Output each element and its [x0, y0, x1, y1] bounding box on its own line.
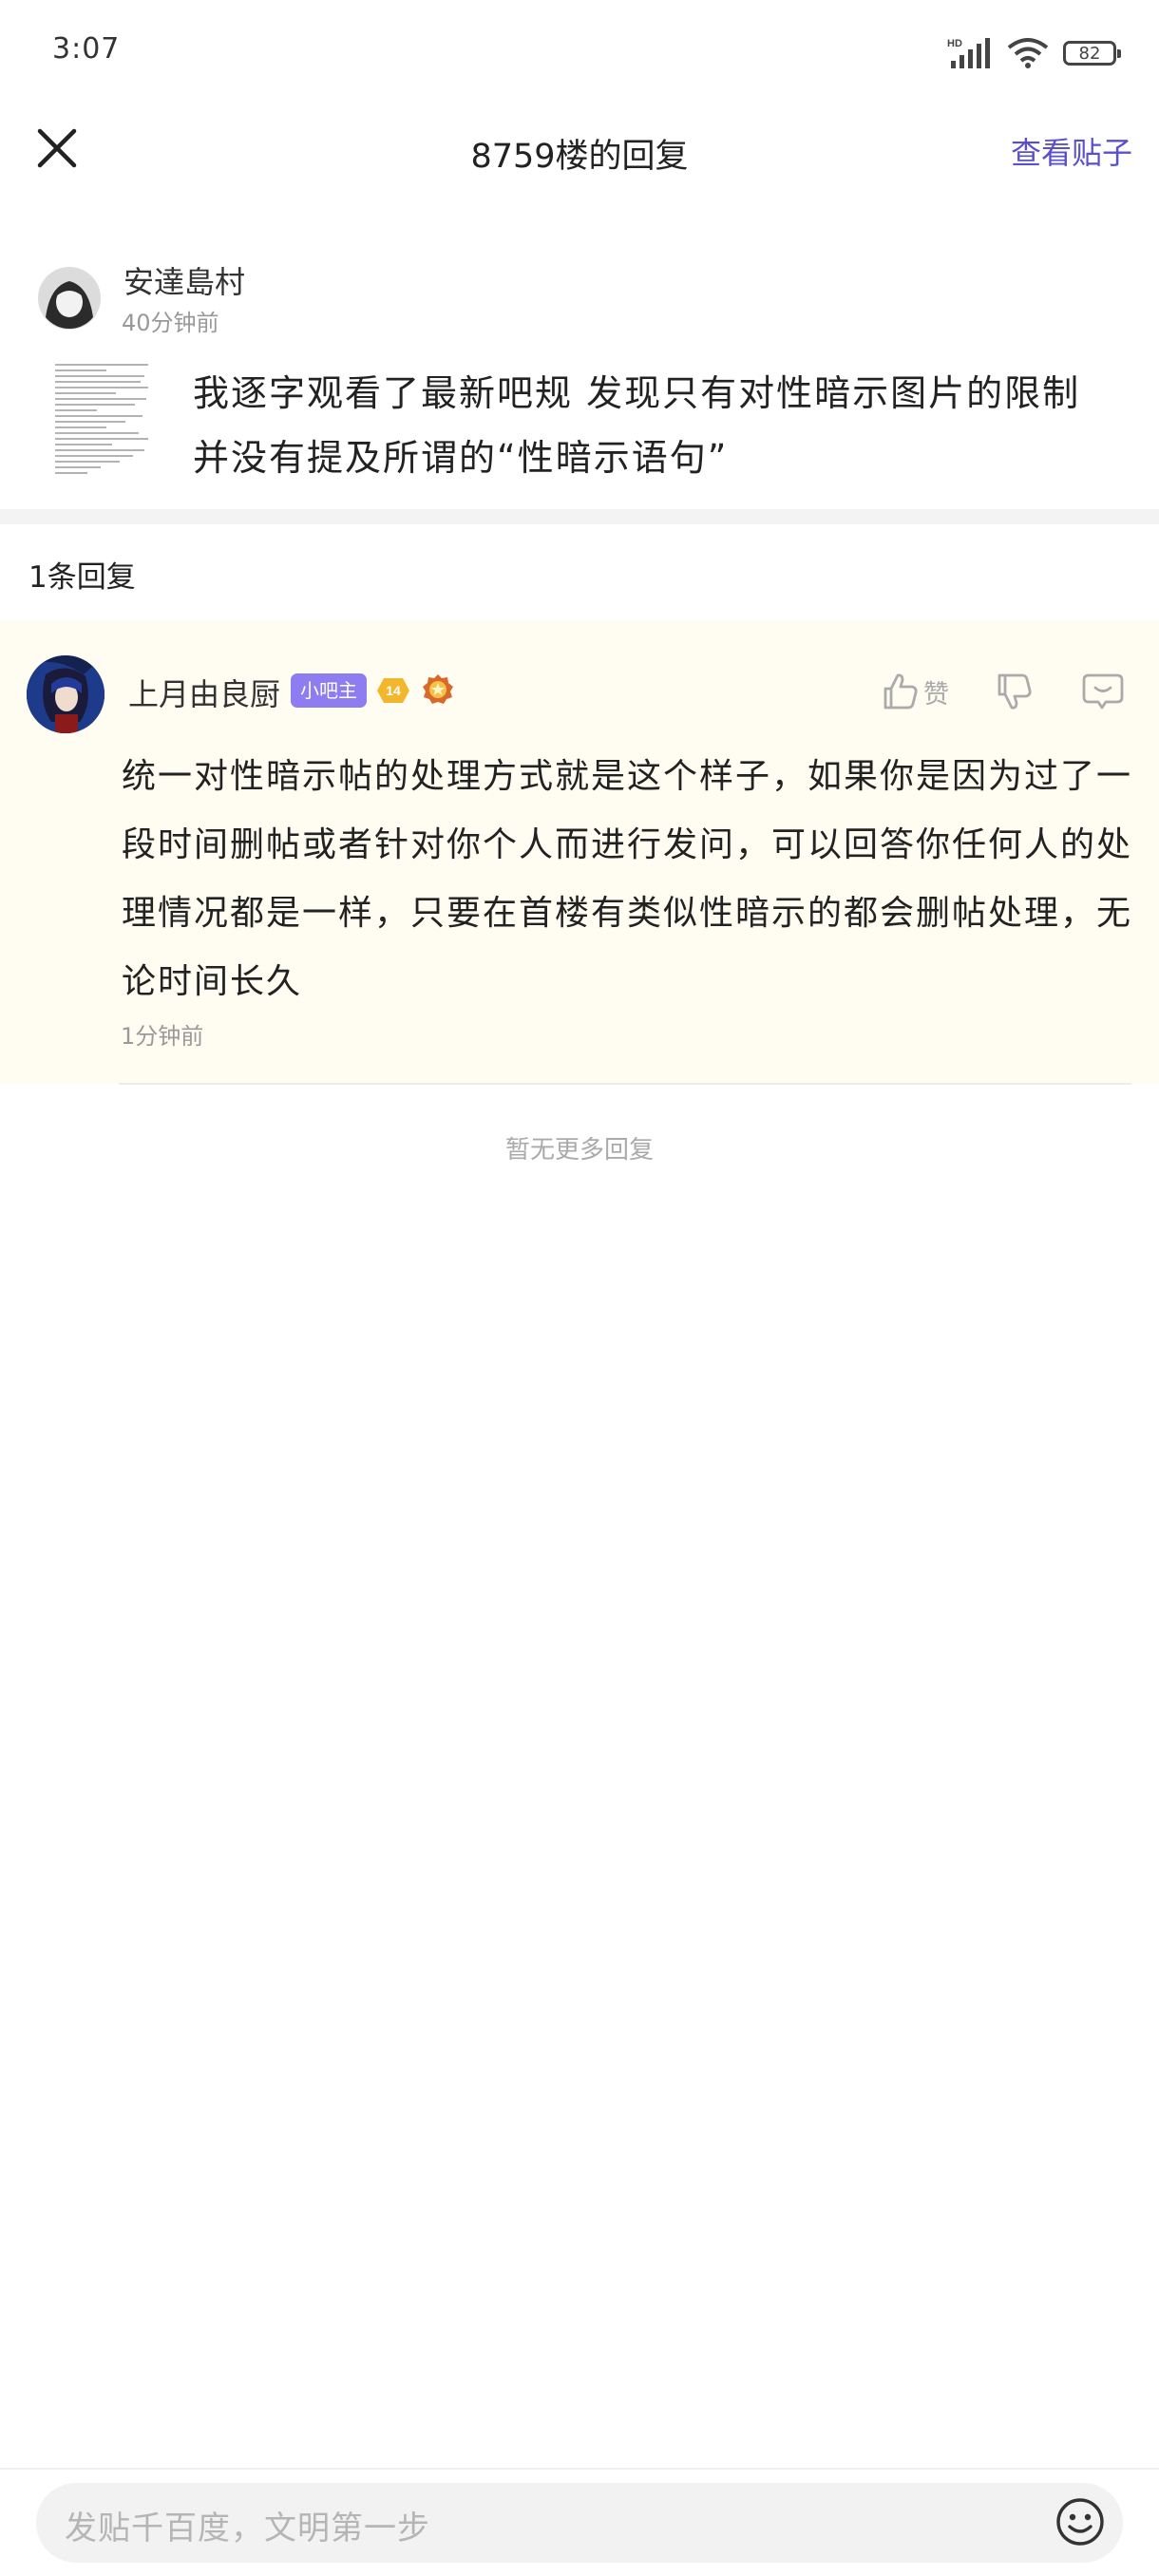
- page-title: 8759楼的回复: [470, 138, 689, 176]
- op-text: 我逐字观看了最新吧规 发现只有对性暗示图片的限制 并没有提及所谓的“性暗示语句”: [193, 361, 1124, 490]
- svg-text:HD: HD: [947, 38, 962, 49]
- medal-icon: [420, 672, 456, 712]
- battery-level: 82: [1078, 43, 1101, 64]
- admin-badge: 小吧主: [291, 673, 367, 708]
- level-badge-text: 14: [386, 683, 401, 698]
- thumbs-up-icon: [884, 673, 918, 710]
- op-text-line-2: 并没有提及所谓的“性暗示语句”: [193, 437, 729, 479]
- reply-input-placeholder: 发贴千百度，文明第一步: [65, 2510, 430, 2548]
- battery-icon: 82: [1063, 41, 1121, 66]
- dislike-button[interactable]: [994, 668, 1034, 715]
- comment-bubble-icon: [1082, 673, 1124, 710]
- op-timestamp: 40分钟前: [122, 310, 219, 336]
- op-avatar[interactable]: [38, 267, 101, 330]
- reply-divider: [119, 1083, 1131, 1085]
- reply-count: 1条回复: [28, 560, 136, 595]
- emoji-icon: [1056, 2498, 1104, 2546]
- reply-avatar[interactable]: [27, 655, 104, 733]
- avatar-image: [39, 268, 100, 329]
- status-icons: HD 82: [947, 34, 1121, 72]
- like-label: 赞: [923, 679, 949, 710]
- hd-signal-icon: HD: [947, 38, 990, 68]
- emoji-button[interactable]: [1054, 2496, 1106, 2548]
- no-more-replies: 暂无更多回复: [504, 1136, 654, 1165]
- wifi-icon: [1007, 38, 1049, 68]
- document-thumbnail-image: [49, 359, 154, 481]
- op-image-thumbnail[interactable]: [49, 359, 154, 481]
- composer-divider: [0, 2468, 1159, 2470]
- like-button[interactable]: 赞: [880, 668, 949, 715]
- comment-button[interactable]: [1081, 668, 1125, 715]
- reply-text: 统一对性暗示帖的处理方式就是这个样子，如果你是因为过了一段时间删帖或者针对你个人…: [122, 757, 1133, 1001]
- avatar-image: [27, 655, 104, 733]
- thumbs-down-icon: [998, 673, 1032, 710]
- reply-timestamp: 1分钟前: [121, 1023, 204, 1050]
- reply-author-name[interactable]: 上月由良厨: [128, 671, 280, 714]
- section-divider: [0, 509, 1159, 524]
- op-text-line-1: 我逐字观看了最新吧规 发现只有对性暗示图片的限制: [193, 372, 1081, 414]
- level-badge: 14: [376, 676, 410, 709]
- op-author-name[interactable]: 安達島村: [124, 258, 245, 302]
- status-time: 3:07: [52, 32, 121, 66]
- view-post-link[interactable]: 查看贴子: [1011, 129, 1132, 173]
